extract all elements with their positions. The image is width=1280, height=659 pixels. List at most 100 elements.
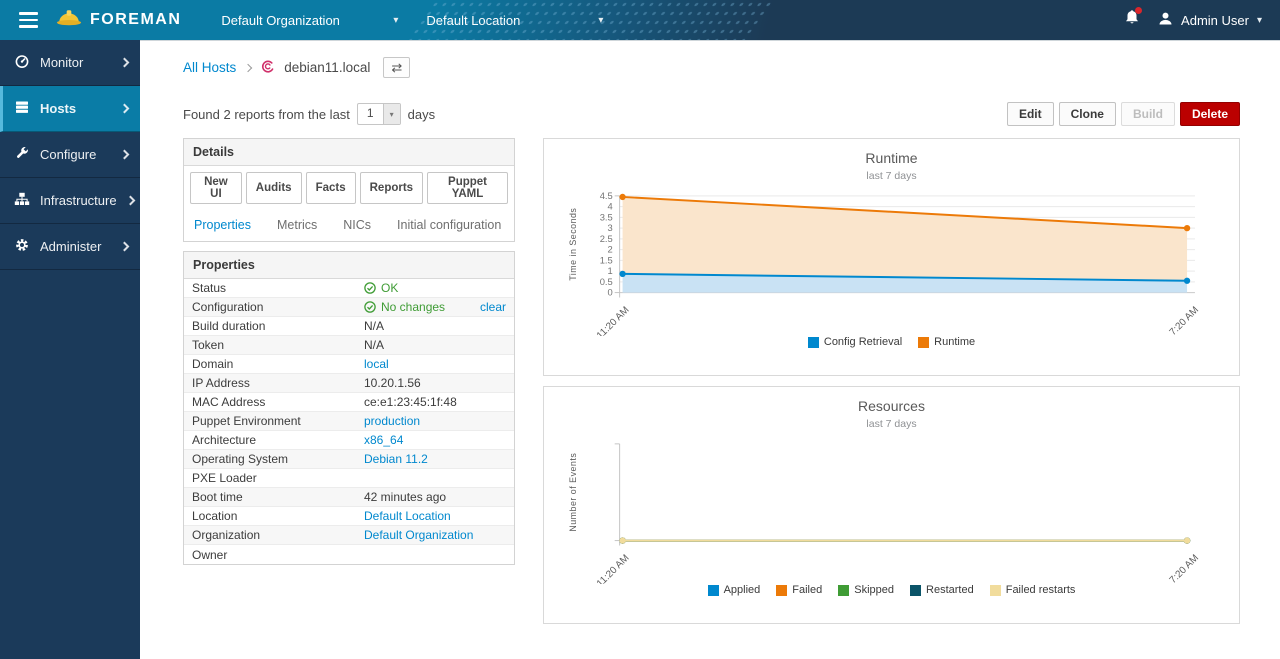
foreman-hardhat-logo-icon <box>56 8 82 33</box>
property-value-link[interactable]: production <box>364 414 420 428</box>
facts-button[interactable]: Facts <box>306 172 356 204</box>
tab-properties[interactable]: Properties <box>194 218 251 232</box>
foreman-brand[interactable]: FOREMAN <box>56 8 181 33</box>
breadcrumb-all-hosts-link[interactable]: All Hosts <box>183 60 236 75</box>
tab-metrics[interactable]: Metrics <box>277 218 317 232</box>
days-select[interactable]: 1 ▾ <box>357 103 401 125</box>
chevron-right-icon <box>125 196 135 206</box>
legend-label: Applied <box>724 584 761 596</box>
property-label: Boot time <box>184 488 356 506</box>
notifications-bell-icon[interactable] <box>1124 9 1140 31</box>
property-label: Owner <box>184 546 356 564</box>
chevron-down-icon: ▾ <box>598 15 603 26</box>
svg-text:3: 3 <box>607 223 612 233</box>
svg-text:2: 2 <box>607 245 612 255</box>
organization-selector[interactable]: Default Organization ▾ <box>207 0 412 40</box>
property-value-link[interactable]: Default Location <box>364 509 451 523</box>
property-label: Puppet Environment <box>184 412 356 430</box>
runtime-chart-canvas: 00.511.522.533.544.5Time in Seconds11/25… <box>558 186 1225 336</box>
legend-swatch <box>910 585 921 596</box>
edit-button[interactable]: Edit <box>1007 102 1054 126</box>
chevron-down-icon: ▾ <box>393 15 398 26</box>
clear-link[interactable]: clear <box>480 300 506 314</box>
property-row-build-duration: Build durationN/A <box>184 317 514 336</box>
svg-text:12/16, 7:20 AM: 12/16, 7:20 AM <box>1146 305 1201 336</box>
properties-panel-title: Properties <box>184 252 514 279</box>
property-value: Debian 11.2 <box>356 450 514 468</box>
legend-item-failed[interactable]: Failed <box>776 584 822 596</box>
property-value-link[interactable]: Default Organization <box>364 528 473 542</box>
property-row-architecture: Architecturex86_64 <box>184 431 514 450</box>
property-value: Default Organization <box>356 526 514 544</box>
sidebar-item-hosts[interactable]: Hosts <box>0 86 140 132</box>
property-value: 10.20.1.56 <box>356 374 514 392</box>
property-row-location: LocationDefault Location <box>184 507 514 526</box>
chevron-right-icon <box>244 63 252 71</box>
puppet-yaml-button[interactable]: Puppet YAML <box>427 172 508 204</box>
sidebar-item-label: Configure <box>40 147 111 162</box>
property-row-configuration: ConfigurationNo changesclear <box>184 298 514 317</box>
new-ui-button[interactable]: New UI <box>190 172 242 204</box>
legend-item-skipped[interactable]: Skipped <box>838 584 894 596</box>
sidebar-item-label: Monitor <box>40 55 111 70</box>
sidebar-item-administer[interactable]: Administer <box>0 224 140 270</box>
hamburger-menu-icon[interactable] <box>0 12 56 28</box>
clone-button[interactable]: Clone <box>1059 102 1116 126</box>
sidebar-item-monitor[interactable]: Monitor <box>0 40 140 86</box>
tab-initial-configuration[interactable]: Initial configuration <box>397 218 501 232</box>
chart-subtitle: last 7 days <box>558 170 1225 182</box>
svg-text:0.5: 0.5 <box>600 277 613 287</box>
host-title: debian11.local <box>284 60 370 75</box>
svg-text:1: 1 <box>607 266 612 276</box>
property-value-link[interactable]: local <box>364 357 389 371</box>
property-value-link[interactable]: x86_64 <box>364 433 403 447</box>
legend-item-runtime[interactable]: Runtime <box>918 336 975 348</box>
property-row-pxe-loader: PXE Loader <box>184 469 514 488</box>
property-label: Domain <box>184 355 356 373</box>
legend-label: Config Retrieval <box>824 336 902 348</box>
property-value: production <box>356 412 514 430</box>
check-circle-icon <box>364 282 376 294</box>
sidebar-item-infrastructure[interactable]: Infrastructure <box>0 178 140 224</box>
properties-table: StatusOKConfigurationNo changesclearBuil… <box>184 279 514 564</box>
location-selector[interactable]: Default Location ▾ <box>412 0 617 40</box>
legend-item-applied[interactable]: Applied <box>708 584 761 596</box>
svg-text:2.5: 2.5 <box>600 234 613 244</box>
legend-label: Runtime <box>934 336 975 348</box>
svg-text:1.5: 1.5 <box>600 255 613 265</box>
resources-chart-panel: Resourceslast 7 daysNumber of Events11/2… <box>543 386 1240 624</box>
audits-button[interactable]: Audits <box>246 172 302 204</box>
property-row-domain: Domain local <box>184 355 514 374</box>
chevron-right-icon <box>120 242 130 252</box>
ui-switcher-button[interactable]: ⇄ <box>383 57 410 78</box>
chart-title: Runtime <box>558 150 1225 166</box>
legend-label: Skipped <box>854 584 894 596</box>
properties-panel: Properties StatusOKConfigurationNo chang… <box>183 251 515 565</box>
delete-button[interactable]: Delete <box>1180 102 1240 126</box>
chevron-down-icon: ▾ <box>383 104 400 124</box>
property-value <box>356 553 514 557</box>
property-label: Organization <box>184 526 356 544</box>
host-action-buttons: Edit Clone Build Delete <box>1007 102 1240 126</box>
brand-name: FOREMAN <box>90 11 181 29</box>
property-label: Status <box>184 279 356 297</box>
property-value: ce:e1:23:45:1f:48 <box>356 393 514 411</box>
server-icon <box>14 99 30 118</box>
sidebar-item-configure[interactable]: Configure <box>0 132 140 178</box>
legend-item-config-retrieval[interactable]: Config Retrieval <box>808 336 902 348</box>
legend-item-restarted[interactable]: Restarted <box>910 584 974 596</box>
details-tabs: Properties Metrics NICs Initial configurati… <box>184 210 514 241</box>
tab-nics[interactable]: NICs <box>343 218 371 232</box>
days-select-value: 1 <box>358 104 383 124</box>
property-row-operating-system: Operating SystemDebian 11.2 <box>184 450 514 469</box>
property-label: Token <box>184 336 356 354</box>
property-value-link[interactable]: Debian 11.2 <box>364 452 428 466</box>
svg-text:11/25, 11:20 AM: 11/25, 11:20 AM <box>574 305 632 336</box>
property-value: N/A <box>356 336 514 354</box>
legend-swatch <box>990 585 1001 596</box>
reports-button[interactable]: Reports <box>360 172 423 204</box>
legend-item-failed-restarts[interactable]: Failed restarts <box>990 584 1076 596</box>
organization-selector-label: Default Organization <box>221 13 340 28</box>
user-menu[interactable]: Admin User ▾ <box>1158 11 1262 29</box>
property-value: x86_64 <box>356 431 514 449</box>
